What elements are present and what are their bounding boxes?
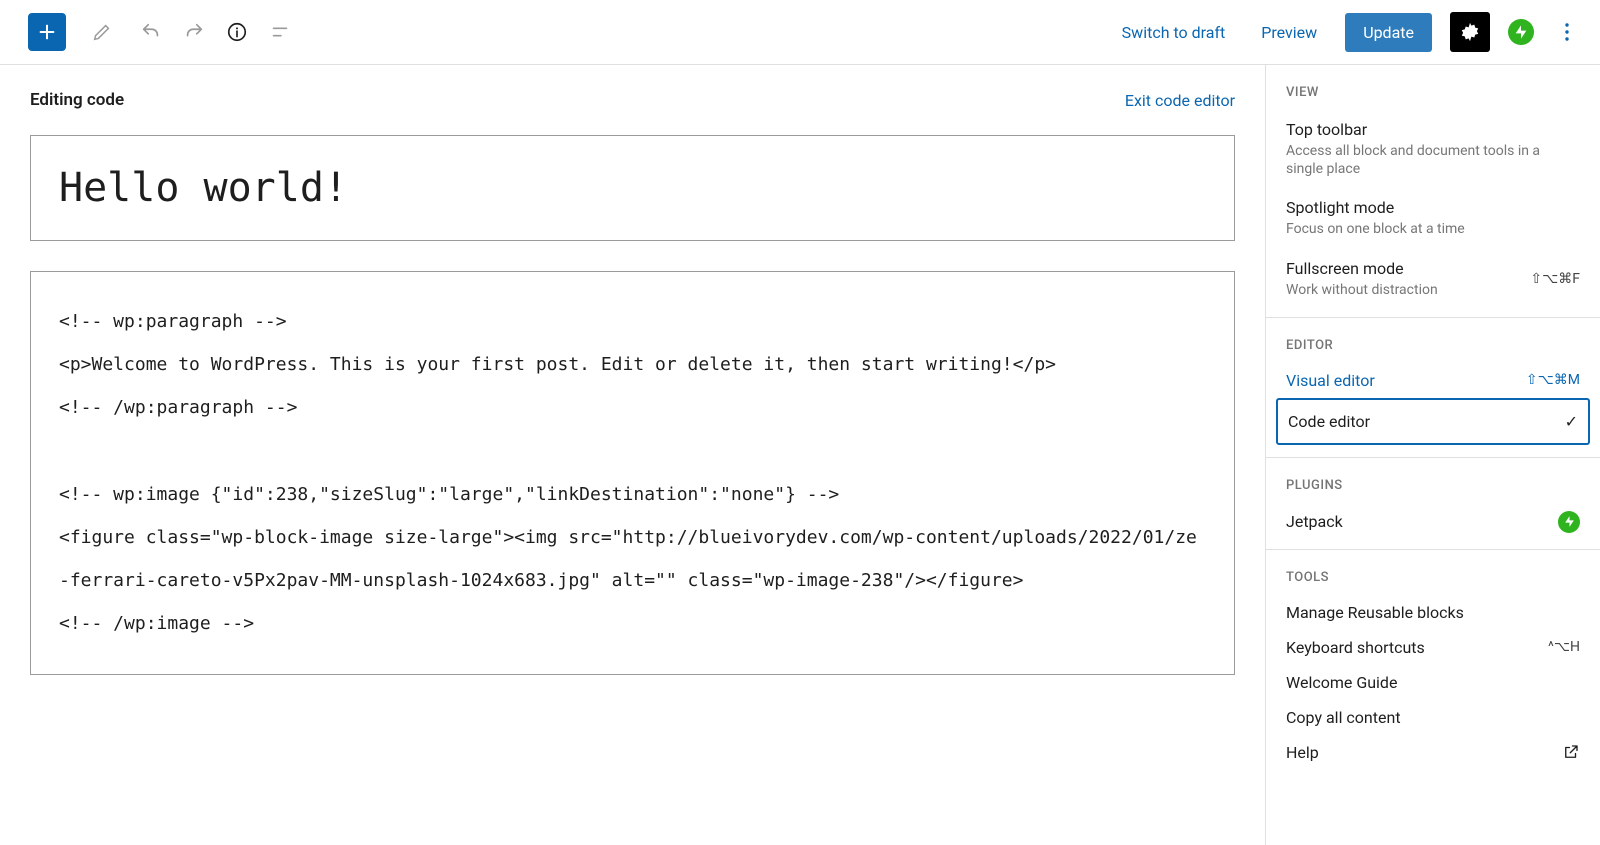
menu-item-top-toolbar[interactable]: Top toolbar Access all block and documen… [1266,110,1600,188]
menu-item-desc: Work without distraction [1286,281,1438,299]
top-toolbar: Switch to draft Preview Update [0,0,1600,65]
shortcut-label: ^⌥H [1548,639,1580,655]
shortcut-label: ⇧⌥⌘M [1526,372,1580,388]
menu-item-label: Help [1286,743,1319,762]
menu-item-copy-all-content[interactable]: Copy all content [1266,700,1600,735]
menu-item-manage-reusable-blocks[interactable]: Manage Reusable blocks [1266,595,1600,630]
settings-button[interactable] [1450,12,1490,52]
jetpack-icon [1558,511,1580,533]
more-menu-button[interactable] [1552,23,1582,41]
exit-code-editor-link[interactable]: Exit code editor [1125,91,1235,110]
menu-item-label: Spotlight mode [1286,198,1465,217]
menu-item-label: Keyboard shortcuts [1286,638,1425,657]
menu-item-keyboard-shortcuts[interactable]: Keyboard shortcuts ^⌥H [1266,630,1600,665]
editing-code-label: Editing code [30,90,124,110]
outline-icon[interactable] [262,15,297,50]
menu-item-label: Copy all content [1286,708,1401,727]
preview-link[interactable]: Preview [1247,15,1331,50]
info-icon[interactable] [219,15,254,50]
menu-item-help[interactable]: Help [1266,735,1600,770]
add-block-button[interactable] [28,13,66,51]
menu-item-visual-editor[interactable]: Visual editor ⇧⌥⌘M [1266,363,1600,398]
checkmark-icon: ✓ [1565,412,1578,431]
menu-item-welcome-guide[interactable]: Welcome Guide [1266,665,1600,700]
menu-item-label: Welcome Guide [1286,673,1397,692]
menu-item-label: Manage Reusable blocks [1286,603,1464,622]
section-view-label: VIEW [1266,65,1600,110]
external-link-icon [1562,743,1580,761]
post-title-input[interactable]: Hello world! [30,135,1235,241]
shortcut-label: ⇧⌥⌘F [1530,271,1580,287]
menu-item-label: Top toolbar [1286,120,1580,139]
menu-item-fullscreen-mode[interactable]: Fullscreen mode Work without distraction… [1266,249,1600,309]
undo-icon[interactable] [133,15,168,50]
menu-item-label: Visual editor [1286,371,1375,390]
section-editor-label: EDITOR [1266,318,1600,363]
section-plugins-label: PLUGINS [1266,458,1600,503]
redo-icon[interactable] [176,15,211,50]
menu-item-desc: Focus on one block at a time [1286,220,1465,238]
jetpack-icon[interactable] [1508,19,1534,45]
menu-item-desc: Access all block and document tools in a… [1286,142,1580,178]
switch-to-draft-link[interactable]: Switch to draft [1108,15,1240,50]
section-tools-label: TOOLS [1266,550,1600,595]
menu-item-label: Jetpack [1286,512,1343,531]
update-button[interactable]: Update [1345,13,1432,52]
menu-item-spotlight-mode[interactable]: Spotlight mode Focus on one block at a t… [1266,188,1600,248]
menu-item-label: Fullscreen mode [1286,259,1438,278]
edit-icon[interactable] [84,15,119,50]
options-menu: VIEW Top toolbar Access all block and do… [1265,65,1600,845]
menu-item-label: Code editor [1288,412,1370,431]
menu-item-jetpack[interactable]: Jetpack [1266,503,1600,541]
main-editor-area: Editing code Exit code editor Hello worl… [0,65,1265,845]
post-content-textarea[interactable]: <!-- wp:paragraph --> <p>Welcome to Word… [30,271,1235,675]
menu-item-code-editor[interactable]: Code editor ✓ [1276,398,1590,445]
